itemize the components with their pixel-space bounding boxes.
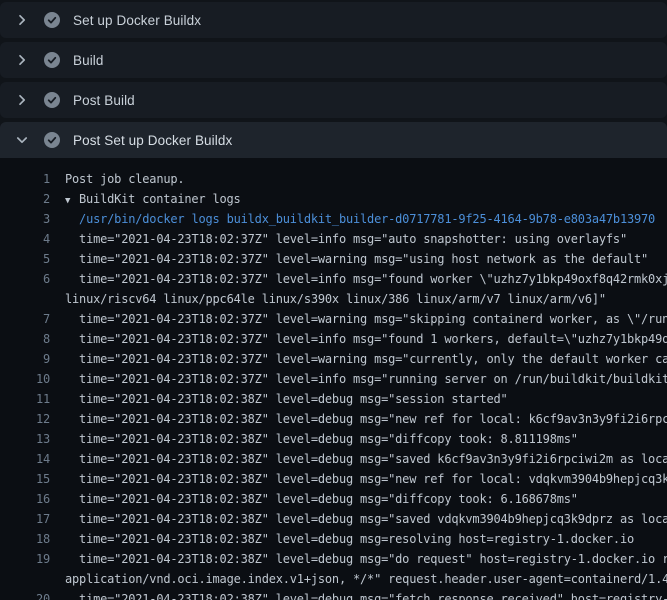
log-line: 3 /usr/bin/docker logs buildx_buildkit_b… <box>0 209 667 229</box>
log-text: time="2021-04-23T18:02:38Z" level=debug … <box>65 469 667 489</box>
log-line: 9 time="2021-04-23T18:02:37Z" level=warn… <box>0 349 667 369</box>
log-text: time="2021-04-23T18:02:38Z" level=debug … <box>65 429 578 449</box>
chevron-down-icon <box>14 132 30 148</box>
log-text: time="2021-04-23T18:02:38Z" level=debug … <box>65 409 667 429</box>
step-label: Build <box>73 53 104 68</box>
step-label: Set up Docker Buildx <box>73 13 201 28</box>
log-text: /usr/bin/docker logs buildx_buildkit_bui… <box>65 209 655 229</box>
log-line: 2 ▼BuildKit container logs <box>0 189 667 209</box>
line-number-link[interactable]: 3 <box>0 209 50 229</box>
log-line: 14 time="2021-04-23T18:02:38Z" level=deb… <box>0 449 667 469</box>
log-line: linux/riscv64 linux/ppc64le linux/s390x … <box>0 289 667 309</box>
log-line: 15 time="2021-04-23T18:02:38Z" level=deb… <box>0 469 667 489</box>
line-number-link[interactable]: 5 <box>0 249 50 269</box>
log-line: application/vnd.oci.image.index.v1+json,… <box>0 569 667 589</box>
line-number-link[interactable]: 17 <box>0 509 50 529</box>
log-text: time="2021-04-23T18:02:37Z" level=info m… <box>65 329 667 349</box>
chevron-right-icon <box>14 52 30 68</box>
log-line: 4 time="2021-04-23T18:02:37Z" level=info… <box>0 229 667 249</box>
step-header-set-up-docker-buildx[interactable]: Set up Docker Buildx <box>0 2 667 38</box>
line-number-link[interactable] <box>0 289 50 309</box>
log-line: 19 time="2021-04-23T18:02:38Z" level=deb… <box>0 549 667 569</box>
log-line: 18 time="2021-04-23T18:02:38Z" level=deb… <box>0 529 667 549</box>
line-number-link[interactable]: 10 <box>0 369 50 389</box>
log-line: 6 time="2021-04-23T18:02:37Z" level=info… <box>0 269 667 289</box>
log-line: 17 time="2021-04-23T18:02:38Z" level=deb… <box>0 509 667 529</box>
log-text: time="2021-04-23T18:02:38Z" level=debug … <box>65 589 667 600</box>
log-text: time="2021-04-23T18:02:38Z" level=debug … <box>65 549 667 569</box>
log-viewer: 1 Post job cleanup. 2 ▼BuildKit containe… <box>0 158 667 600</box>
log-text: time="2021-04-23T18:02:38Z" level=debug … <box>65 529 634 549</box>
log-text: time="2021-04-23T18:02:37Z" level=warnin… <box>65 249 648 269</box>
line-number-link[interactable]: 20 <box>0 589 50 600</box>
line-number-link[interactable]: 2 <box>0 189 50 209</box>
check-circle-icon <box>44 92 60 108</box>
log-text: time="2021-04-23T18:02:38Z" level=debug … <box>65 509 667 529</box>
line-number-link[interactable]: 9 <box>0 349 50 369</box>
log-line: 12 time="2021-04-23T18:02:38Z" level=deb… <box>0 409 667 429</box>
chevron-right-icon <box>14 92 30 108</box>
log-text: application/vnd.oci.image.index.v1+json,… <box>65 569 667 589</box>
line-number-link[interactable] <box>0 569 50 589</box>
log-line: 20 time="2021-04-23T18:02:38Z" level=deb… <box>0 589 667 600</box>
step-label: Post Set up Docker Buildx <box>73 133 232 148</box>
log-line: 5 time="2021-04-23T18:02:37Z" level=warn… <box>0 249 667 269</box>
log-text: ▼BuildKit container logs <box>65 189 241 209</box>
log-line: 16 time="2021-04-23T18:02:38Z" level=deb… <box>0 489 667 509</box>
log-text: time="2021-04-23T18:02:38Z" level=debug … <box>65 449 667 469</box>
line-number-link[interactable]: 13 <box>0 429 50 449</box>
step-header-post-build[interactable]: Post Build <box>0 82 667 118</box>
log-text: time="2021-04-23T18:02:37Z" level=info m… <box>65 369 667 389</box>
log-line: 10 time="2021-04-23T18:02:37Z" level=inf… <box>0 369 667 389</box>
check-circle-icon <box>44 132 60 148</box>
step-header-build[interactable]: Build <box>0 42 667 78</box>
line-number-link[interactable]: 7 <box>0 309 50 329</box>
chevron-right-icon <box>14 12 30 28</box>
log-text: time="2021-04-23T18:02:38Z" level=debug … <box>65 489 578 509</box>
line-number-link[interactable]: 1 <box>0 169 50 189</box>
line-number-link[interactable]: 8 <box>0 329 50 349</box>
step-header-post-set-up-docker-buildx[interactable]: Post Set up Docker Buildx <box>0 122 667 158</box>
log-text: time="2021-04-23T18:02:37Z" level=info m… <box>65 269 667 289</box>
line-number-link[interactable]: 18 <box>0 529 50 549</box>
log-text: linux/riscv64 linux/ppc64le linux/s390x … <box>65 289 606 309</box>
line-number-link[interactable]: 12 <box>0 409 50 429</box>
log-line: 13 time="2021-04-23T18:02:38Z" level=deb… <box>0 429 667 449</box>
line-number-link[interactable]: 16 <box>0 489 50 509</box>
check-circle-icon <box>44 12 60 28</box>
line-number-link[interactable]: 19 <box>0 549 50 569</box>
log-line: 8 time="2021-04-23T18:02:37Z" level=info… <box>0 329 667 349</box>
log-text: time="2021-04-23T18:02:37Z" level=info m… <box>65 229 627 249</box>
log-line: 7 time="2021-04-23T18:02:37Z" level=warn… <box>0 309 667 329</box>
log-line: 1 Post job cleanup. <box>0 169 667 189</box>
group-toggle-icon[interactable]: ▼ <box>65 191 79 211</box>
line-number-link[interactable]: 4 <box>0 229 50 249</box>
log-text: time="2021-04-23T18:02:38Z" level=debug … <box>65 389 508 409</box>
log-line: 11 time="2021-04-23T18:02:38Z" level=deb… <box>0 389 667 409</box>
log-text: time="2021-04-23T18:02:37Z" level=warnin… <box>65 309 667 329</box>
line-number-link[interactable]: 15 <box>0 469 50 489</box>
line-number-link[interactable]: 11 <box>0 389 50 409</box>
log-text: Post job cleanup. <box>65 169 184 189</box>
check-circle-icon <box>44 52 60 68</box>
step-label: Post Build <box>73 93 135 108</box>
log-text: time="2021-04-23T18:02:37Z" level=warnin… <box>65 349 667 369</box>
line-number-link[interactable]: 14 <box>0 449 50 469</box>
steps-list: Set up Docker Buildx Build <box>0 0 667 158</box>
line-number-link[interactable]: 6 <box>0 269 50 289</box>
